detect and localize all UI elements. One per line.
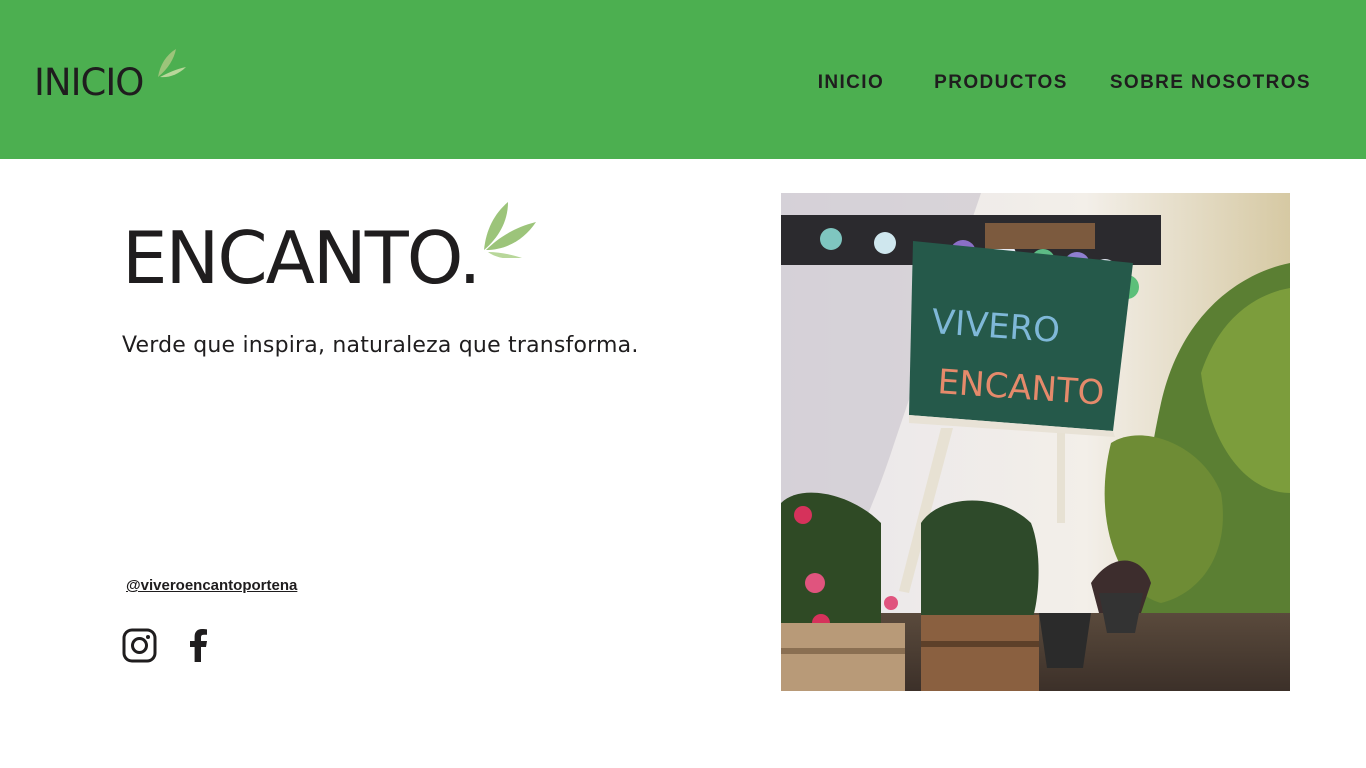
storefront-photo: VIVERO ENCANTO	[781, 193, 1290, 691]
brand-block: ENCANTO.	[122, 200, 552, 310]
main-nav: INICIO PRODUCTOS SOBRE NOSOTROS	[818, 72, 1311, 94]
facebook-icon[interactable]	[181, 628, 216, 663]
social-links	[122, 628, 216, 663]
instagram-icon[interactable]	[122, 628, 157, 663]
logo[interactable]: INICIO	[34, 42, 186, 104]
site-header: INICIO INICIO PRODUCTOS SOBRE NOSOTROS	[0, 0, 1366, 159]
tagline: Verde que inspira, naturaleza que transf…	[122, 333, 639, 358]
leaf-icon	[158, 49, 186, 78]
nav-productos[interactable]: PRODUCTOS	[934, 72, 1068, 94]
logo-text: INICIO	[34, 61, 144, 104]
brand-title: ENCANTO.	[122, 216, 481, 300]
nav-inicio[interactable]: INICIO	[818, 72, 884, 94]
instagram-handle-link[interactable]: @viveroencantoportena	[126, 577, 297, 594]
nav-sobre-nosotros[interactable]: SOBRE NOSOTROS	[1110, 72, 1311, 94]
leaf-icon	[484, 202, 536, 258]
